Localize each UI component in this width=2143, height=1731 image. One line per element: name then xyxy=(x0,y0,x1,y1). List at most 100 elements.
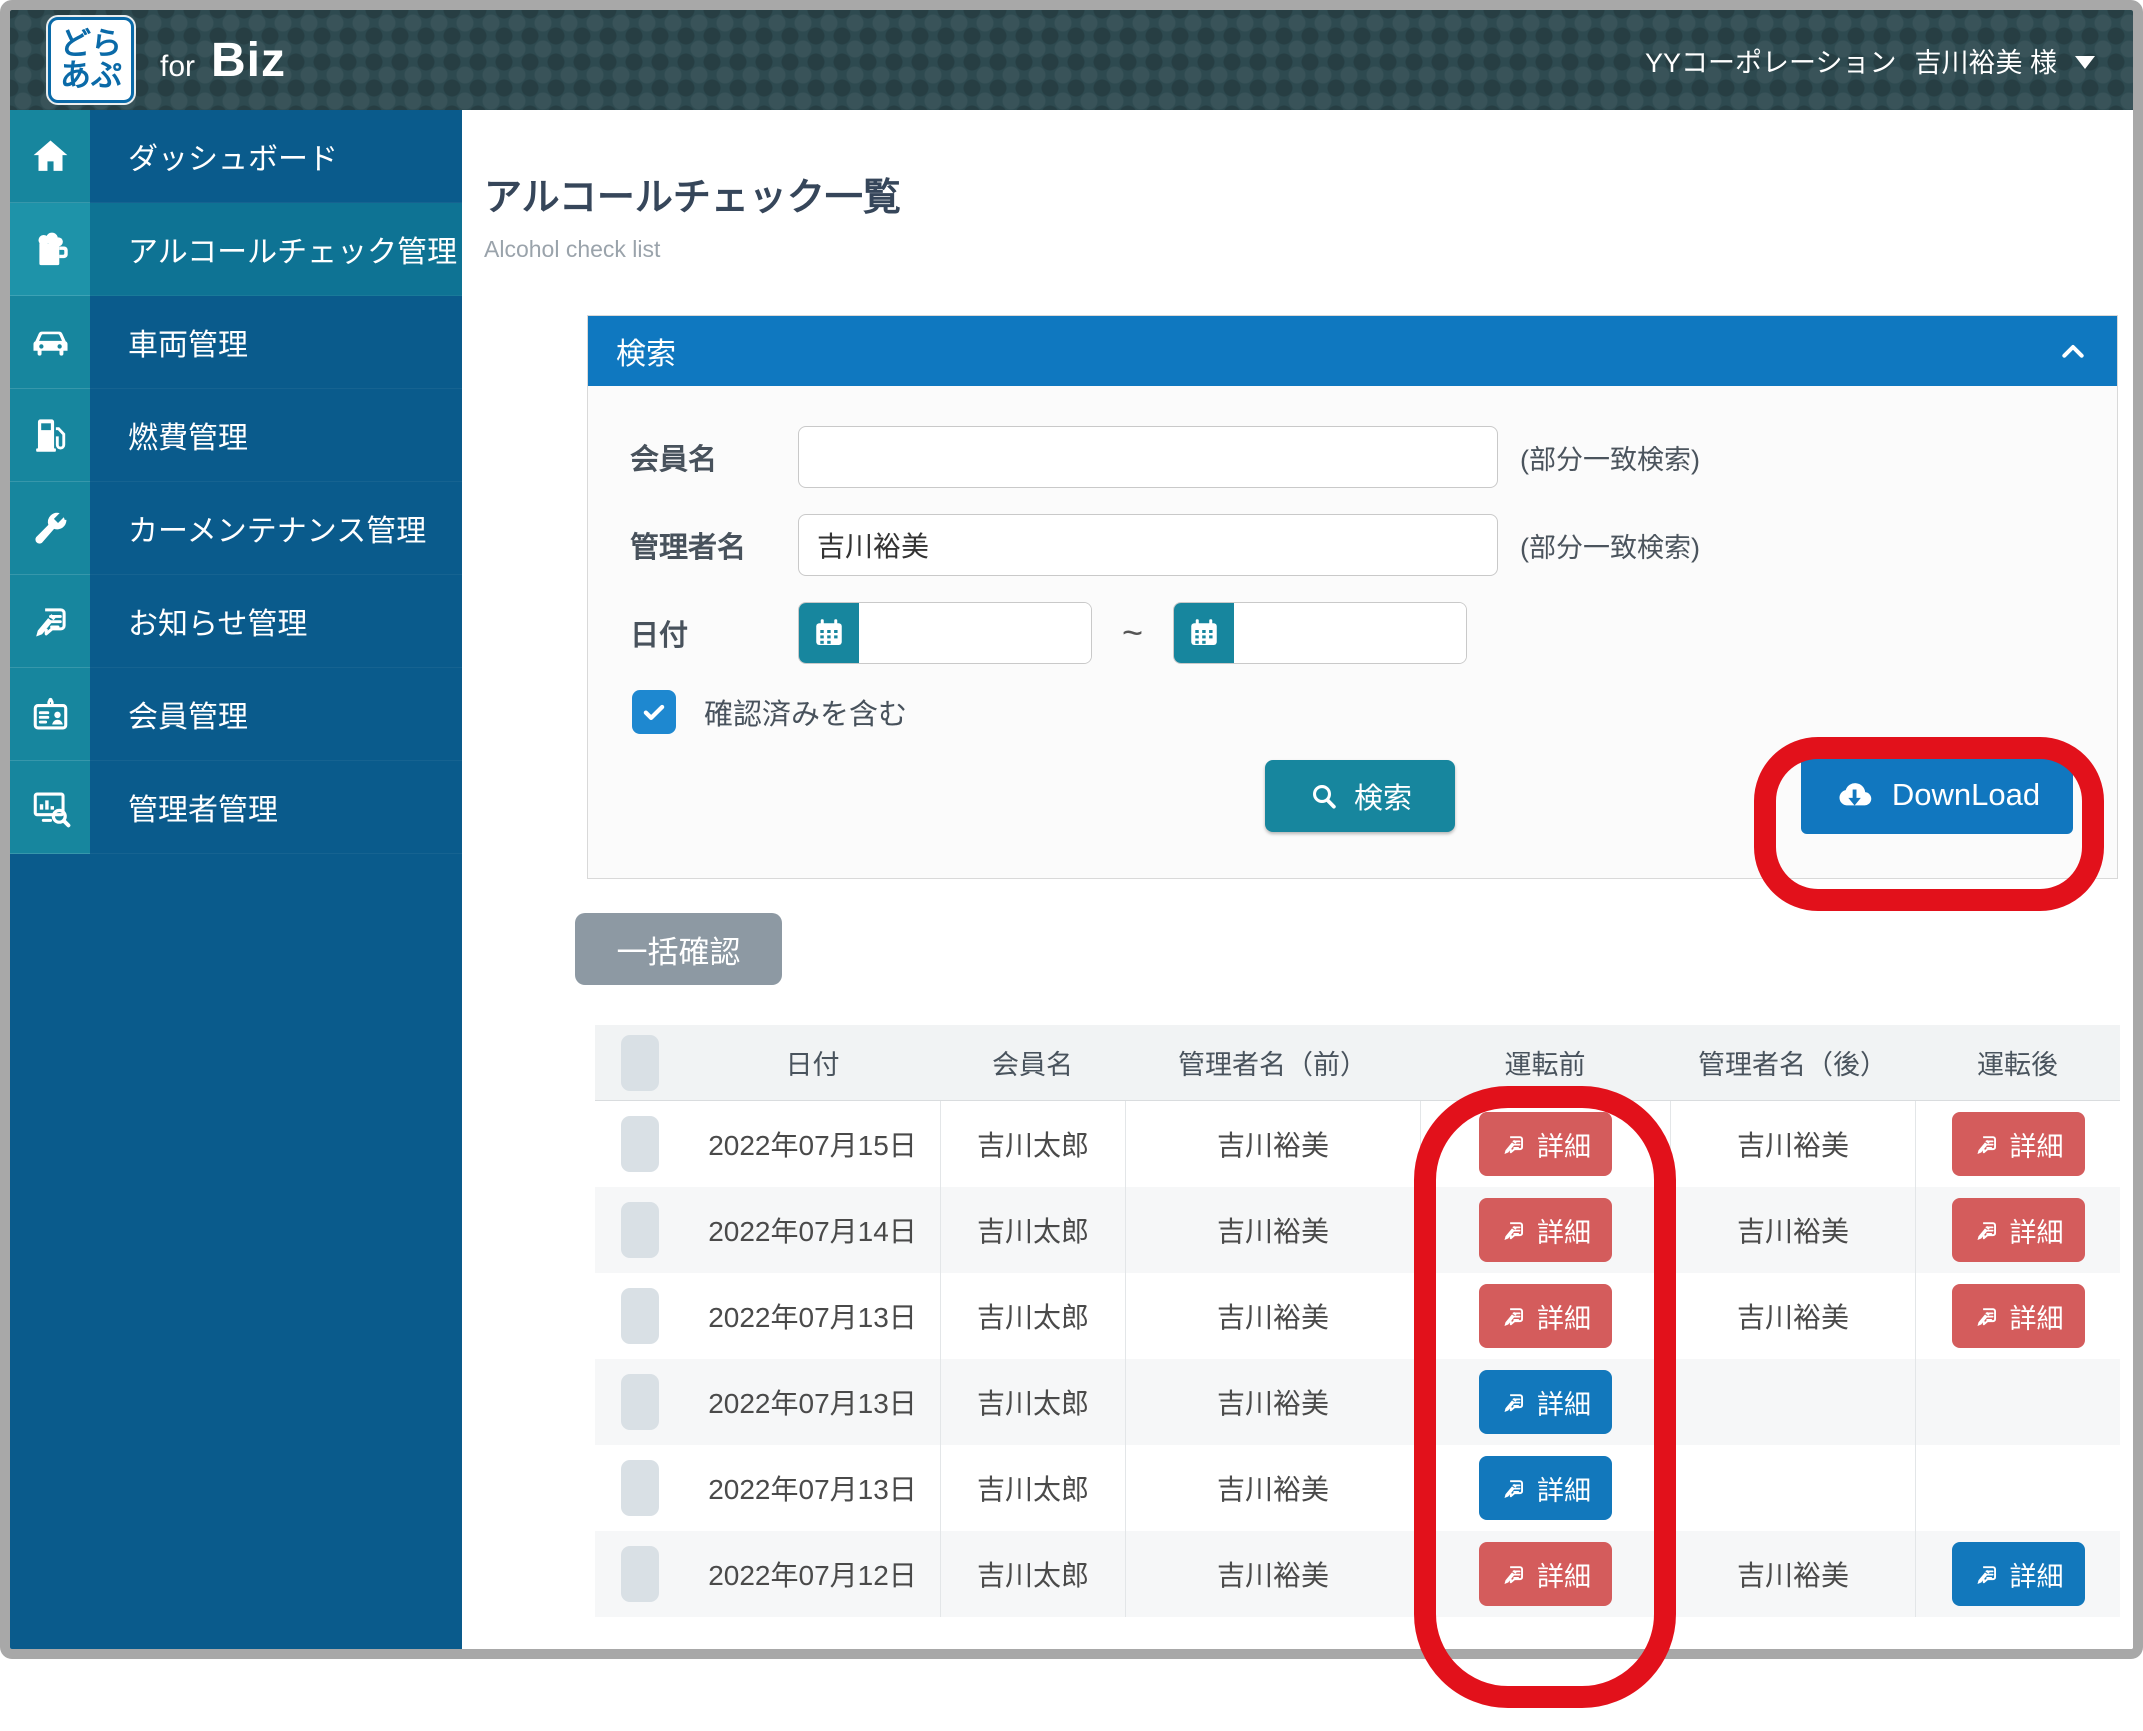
row-date: 2022年07月12日 xyxy=(685,1531,940,1617)
row-checkbox[interactable] xyxy=(621,1546,659,1602)
sidebar-item-dashboard[interactable]: ダッシュボード xyxy=(10,110,462,203)
sidebar-item-alcohol-check[interactable]: アルコールチェック管理 xyxy=(10,203,462,296)
row-member: 吉川太郎 xyxy=(940,1359,1125,1445)
date-to-box xyxy=(1173,602,1467,664)
logo-line1: どら xyxy=(60,28,122,60)
row-manager-before: 吉川裕美 xyxy=(1125,1101,1420,1187)
row-checkbox[interactable] xyxy=(621,1116,659,1172)
row-manager-after: 吉川裕美 xyxy=(1670,1273,1915,1359)
row-member: 吉川太郎 xyxy=(940,1101,1125,1187)
row-checkbox[interactable] xyxy=(621,1374,659,1430)
car-icon xyxy=(10,296,90,389)
date-range-row: 日付 ~ xyxy=(630,602,2077,664)
before-detail-button[interactable]: 詳細 xyxy=(1479,1542,1612,1606)
after-detail-button[interactable]: 詳細 xyxy=(1952,1112,2085,1176)
memo-icon xyxy=(1500,1475,1527,1502)
cloud-download-icon xyxy=(1834,775,1874,815)
home-icon xyxy=(10,110,90,203)
manager-name-input[interactable] xyxy=(798,514,1498,576)
sidebar-item-fuel[interactable]: 燃費管理 xyxy=(10,389,462,482)
memo-icon xyxy=(1973,1131,2000,1158)
caret-down-icon xyxy=(2075,56,2095,69)
after-detail-button[interactable]: 詳細 xyxy=(1952,1284,2085,1348)
company-name: YYコーポレーション xyxy=(1645,41,1896,80)
memo-icon xyxy=(1500,1389,1527,1416)
before-detail-button[interactable]: 詳細 xyxy=(1479,1112,1612,1176)
row-member: 吉川太郎 xyxy=(940,1273,1125,1359)
memo-icon xyxy=(1500,1561,1527,1588)
date-from-input[interactable] xyxy=(859,603,1091,663)
sidebar-item-maintenance[interactable]: カーメンテナンス管理 xyxy=(10,482,462,575)
sidebar-item-vehicles[interactable]: 車両管理 xyxy=(10,296,462,389)
table-row: 2022年07月14日 吉川太郎 吉川裕美 詳細 吉川裕美 詳細 xyxy=(595,1187,2120,1273)
before-detail-button[interactable]: 詳細 xyxy=(1479,1284,1612,1348)
calendar-icon[interactable] xyxy=(799,603,859,663)
row-manager-before: 吉川裕美 xyxy=(1125,1445,1420,1531)
table-header-row: 日付 会員名 管理者名（前） 運転前 管理者名（後） 運転後 xyxy=(595,1025,2120,1101)
sidebar-item-administrators[interactable]: 管理者管理 xyxy=(10,761,462,854)
search-button[interactable]: 検索 xyxy=(1265,760,1455,832)
before-detail-button[interactable]: 詳細 xyxy=(1479,1370,1612,1434)
alcohol-check-table: 日付 会員名 管理者名（前） 運転前 管理者名（後） 運転後 2022年07月1… xyxy=(595,1025,2120,1617)
row-date: 2022年07月13日 xyxy=(685,1445,940,1531)
memo-icon xyxy=(1973,1217,2000,1244)
row-checkbox[interactable] xyxy=(621,1288,659,1344)
sidebar-item-notices[interactable]: お知らせ管理 xyxy=(10,575,462,668)
row-manager-before: 吉川裕美 xyxy=(1125,1531,1420,1617)
sidebar-item-label: 会員管理 xyxy=(90,668,462,761)
date-to-input[interactable] xyxy=(1234,603,1466,663)
row-date: 2022年07月13日 xyxy=(685,1359,940,1445)
row-member: 吉川太郎 xyxy=(940,1445,1125,1531)
column-header-member: 会員名 xyxy=(940,1025,1125,1100)
before-detail-button[interactable]: 詳細 xyxy=(1479,1198,1612,1262)
bulk-confirm-button[interactable]: 一括確認 xyxy=(575,913,782,985)
row-checkbox[interactable] xyxy=(621,1460,659,1516)
page-subtitle: Alcohol check list xyxy=(484,236,2133,263)
member-name-hint: (部分一致検索) xyxy=(1520,438,1700,477)
after-detail-button[interactable]: 詳細 xyxy=(1952,1198,2085,1262)
row-manager-after: 吉川裕美 xyxy=(1670,1531,1915,1617)
page-head: アルコールチェック一覧 Alcohol check list xyxy=(462,110,2133,263)
table-row: 2022年07月13日 吉川太郎 吉川裕美 詳細 吉川裕美 詳細 xyxy=(595,1273,2120,1359)
sidebar-item-label: 車両管理 xyxy=(90,296,462,389)
user-name: 吉川裕美 様 xyxy=(1914,41,2057,80)
before-detail-button[interactable]: 詳細 xyxy=(1479,1456,1612,1520)
download-button[interactable]: DownLoad xyxy=(1801,756,2073,834)
row-checkbox[interactable] xyxy=(621,1202,659,1258)
search-actions-row: 検索 DownLoad xyxy=(630,748,2077,852)
chevron-up-icon xyxy=(2057,335,2089,367)
include-confirmed-label: 確認済みを含む xyxy=(704,691,907,733)
check-icon xyxy=(639,697,669,727)
memo-icon xyxy=(1500,1303,1527,1330)
date-range-separator: ~ xyxy=(1122,612,1143,654)
include-confirmed-row: 確認済みを含む xyxy=(632,690,2077,734)
select-all-checkbox[interactable] xyxy=(621,1035,659,1091)
row-manager-before: 吉川裕美 xyxy=(1125,1273,1420,1359)
magnifier-icon xyxy=(1308,780,1340,812)
sidebar-item-members[interactable]: 会員管理 xyxy=(10,668,462,761)
search-panel-header[interactable]: 検索 xyxy=(588,316,2117,386)
manager-name-label: 管理者名 xyxy=(630,524,798,566)
date-from-box xyxy=(798,602,1092,664)
sidebar-item-label: お知らせ管理 xyxy=(90,575,462,668)
sidebar-item-label: 管理者管理 xyxy=(90,761,462,854)
member-name-input[interactable] xyxy=(798,426,1498,488)
manager-name-hint: (部分一致検索) xyxy=(1520,526,1700,565)
row-member: 吉川太郎 xyxy=(940,1531,1125,1617)
sidebar-item-label: アルコールチェック管理 xyxy=(90,203,462,296)
memo-icon xyxy=(1500,1217,1527,1244)
logo-wordmark: for Biz xyxy=(160,33,286,88)
memo-icon xyxy=(1500,1131,1527,1158)
sidebar: ダッシュボード アルコールチェック管理 車両管理 燃費管理 カーメンテナンス管理 xyxy=(10,110,462,1649)
sidebar-item-label: 燃費管理 xyxy=(90,389,462,482)
table-row: 2022年07月12日 吉川太郎 吉川裕美 詳細 吉川裕美 詳細 xyxy=(595,1531,2120,1617)
wrench-icon xyxy=(10,482,90,575)
include-confirmed-checkbox[interactable] xyxy=(632,690,676,734)
id-card-icon xyxy=(10,668,90,761)
calendar-icon[interactable] xyxy=(1174,603,1234,663)
after-detail-button[interactable]: 詳細 xyxy=(1952,1542,2085,1606)
sidebar-item-label: ダッシュボード xyxy=(90,110,462,203)
beer-icon xyxy=(10,203,90,296)
page-title: アルコールチェック一覧 xyxy=(484,166,2133,221)
user-menu[interactable]: YYコーポレーション 吉川裕美 様 xyxy=(1645,41,2095,80)
